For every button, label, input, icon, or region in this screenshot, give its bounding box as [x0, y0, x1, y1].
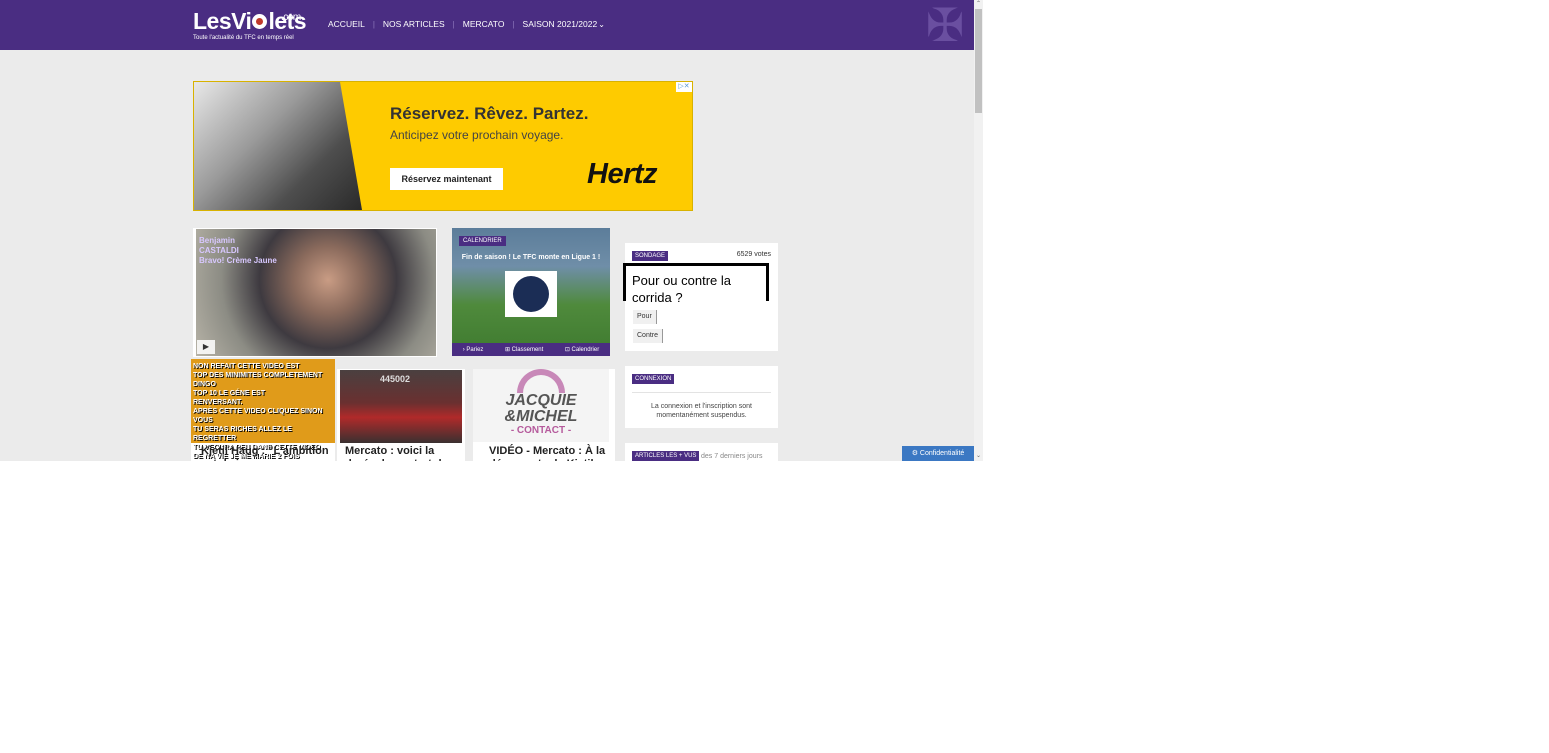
video-overlay-line: Benjamin: [199, 236, 236, 245]
jm-logo: JACQUIE &MICHEL: [473, 393, 609, 425]
video-overlay-text: Benjamin CASTALDI Bravo! Crème Jaune: [199, 236, 277, 266]
thumbnail-line: APRÈS CETTE VIDEO CLIQUEZ SINON VOUS: [193, 408, 323, 424]
adchoices-close-icon[interactable]: ▷✕: [676, 82, 692, 92]
calendar-links: › Pariez ⊞ Classement ⊡ Calendrier: [452, 343, 610, 356]
article-card[interactable]: 445002 Mercato : voici la durée du contr…: [337, 369, 465, 461]
poll-widget: SONDAGE 6529 votes Pour ou contre la cor…: [623, 243, 778, 351]
ad-cta-button[interactable]: Réservez maintenant: [390, 168, 503, 190]
jm-logo-line: JACQUIE: [505, 392, 577, 409]
calendar-link-classement[interactable]: ⊞ Classement: [505, 346, 543, 353]
article-title[interactable]: Kjetil Haug : "L'ambition est de jouer: [201, 445, 329, 461]
nav-mercato[interactable]: MERCATO: [463, 19, 505, 29]
top-articles-subtitle: des 7 derniers jours: [701, 453, 763, 460]
logo-text-left: LesVi: [193, 8, 252, 34]
ad-banner[interactable]: Réservez. Rêvez. Partez. Anticipez votre…: [193, 81, 693, 211]
main-nav: ACCUEIL | NOS ARTICLES | MERCATO | SAISO…: [328, 19, 605, 29]
poll-badge: SONDAGE: [632, 251, 669, 261]
thumbnail-line: RENVERSANT.: [193, 399, 243, 406]
article-card[interactable]: NON REFAIT CETTE VIDEO EST TOP DES MINIM…: [191, 359, 335, 461]
calendar-badge: CALENDRIER: [459, 236, 506, 246]
play-icon[interactable]: ▶: [197, 340, 215, 354]
site-header: LesVi lets .com Toute l'actualité du TFC …: [0, 0, 974, 50]
occitan-cross-icon: ✠: [925, 0, 965, 51]
club-crest-inner: [513, 276, 549, 312]
thumbnail-line: TOP DES MINIMITES COMPLETEMENT DINGO: [193, 372, 323, 388]
video-overlay-line: CASTALDI: [199, 246, 239, 255]
login-message: La connexion et l'inscription sont momen…: [651, 403, 752, 419]
top-articles-widget: ARTICLES LES + VUS des 7 derniers jours: [625, 443, 778, 461]
scroll-up-icon[interactable]: ⌃: [974, 0, 983, 9]
divider: [632, 392, 771, 393]
club-crest-icon: [505, 271, 557, 317]
nav-accueil[interactable]: ACCUEIL: [328, 19, 365, 29]
poll-option-contre[interactable]: Contre: [633, 329, 664, 343]
jm-logo-arc: [517, 369, 565, 393]
gear-icon: ⚙: [911, 450, 920, 457]
scroll-down-icon[interactable]: ⌄: [974, 452, 983, 461]
login-widget: CONNEXION La connexion et l'inscription …: [625, 366, 778, 428]
article-thumbnail: NON REFAIT CETTE VIDEO EST TOP DES MINIM…: [191, 359, 335, 460]
calendar-link-pariez[interactable]: › Pariez: [463, 347, 484, 353]
poll-option-pour[interactable]: Pour: [633, 310, 657, 324]
ad-subtitle: Anticipez votre prochain voyage.: [390, 128, 564, 142]
logo-com: .com: [281, 12, 301, 23]
top-articles-badge: ARTICLES LES + VUS: [632, 451, 700, 461]
page-scrollbar[interactable]: ⌃ ⌄: [974, 0, 983, 461]
privacy-button[interactable]: ⚙ Confidentialité: [902, 446, 974, 461]
ad-brand-logo: Hertz: [587, 158, 658, 190]
jm-logo-line: &MICHEL: [504, 408, 578, 425]
calendar-widget[interactable]: CALENDRIER Fin de saison ! Le TFC monte …: [452, 228, 610, 356]
article-title[interactable]: Mercato : voici la durée du contrat de K…: [345, 445, 463, 461]
login-badge: CONNEXION: [632, 374, 675, 384]
browser-viewport: LesVi lets .com Toute l'actualité du TFC …: [0, 0, 983, 461]
nav-separator: |: [512, 19, 515, 29]
scrollbar-thumb[interactable]: [975, 9, 982, 113]
thumbnail-line: TOP 10 LE GÉNE EST: [193, 390, 266, 397]
article-thumbnail: JACQUIE &MICHEL - CONTACT -: [473, 369, 609, 442]
nav-separator: |: [372, 19, 375, 29]
article-title[interactable]: VIDÉO - Mercato : À la découverte de Kje…: [489, 445, 613, 461]
poll-votes: 6529 votes: [736, 251, 771, 258]
thumbnail-text: 445002: [380, 374, 411, 384]
chevron-down-icon: ⌄: [598, 20, 605, 29]
nav-saison-label: SAISON 2021/2022: [522, 19, 598, 29]
video-overlay-line: Bravo! Crème Jaune: [199, 256, 277, 265]
thumbnail-line: TU SERAS RICHES ALLEZ LE REGRETTER: [193, 426, 292, 442]
video-player[interactable]: Benjamin CASTALDI Bravo! Crème Jaune ▶: [193, 228, 437, 357]
article-thumbnail: 445002: [340, 370, 462, 443]
privacy-label: Confidentialité: [919, 450, 965, 457]
jm-logo-contact: - CONTACT -: [510, 425, 572, 436]
poll-question: Pour ou contre la corrida ?: [623, 263, 769, 305]
calendar-link-calendrier[interactable]: ⊡ Calendrier: [565, 346, 599, 353]
article-card[interactable]: JACQUIE &MICHEL - CONTACT - VIDÉO - Merc…: [473, 369, 615, 461]
calendar-headline: Fin de saison ! Le TFC monte en Ligue 1 …: [461, 254, 601, 261]
football-icon: [252, 13, 268, 29]
nav-nos-articles[interactable]: NOS ARTICLES: [383, 19, 445, 29]
site-logo[interactable]: LesVi lets .com Toute l'actualité du TFC …: [193, 8, 307, 41]
nav-separator: |: [452, 19, 455, 29]
thumbnail-line: NON REFAIT CETTE VIDEO EST: [193, 363, 300, 370]
logo-tagline: Toute l'actualité du TFC en temps réel: [193, 35, 294, 41]
ad-divider: [340, 82, 362, 210]
nav-saison[interactable]: SAISON 2021/2022⌄: [523, 19, 605, 29]
ad-title: Réservez. Rêvez. Partez.: [390, 104, 589, 123]
ad-photo: [194, 82, 362, 210]
